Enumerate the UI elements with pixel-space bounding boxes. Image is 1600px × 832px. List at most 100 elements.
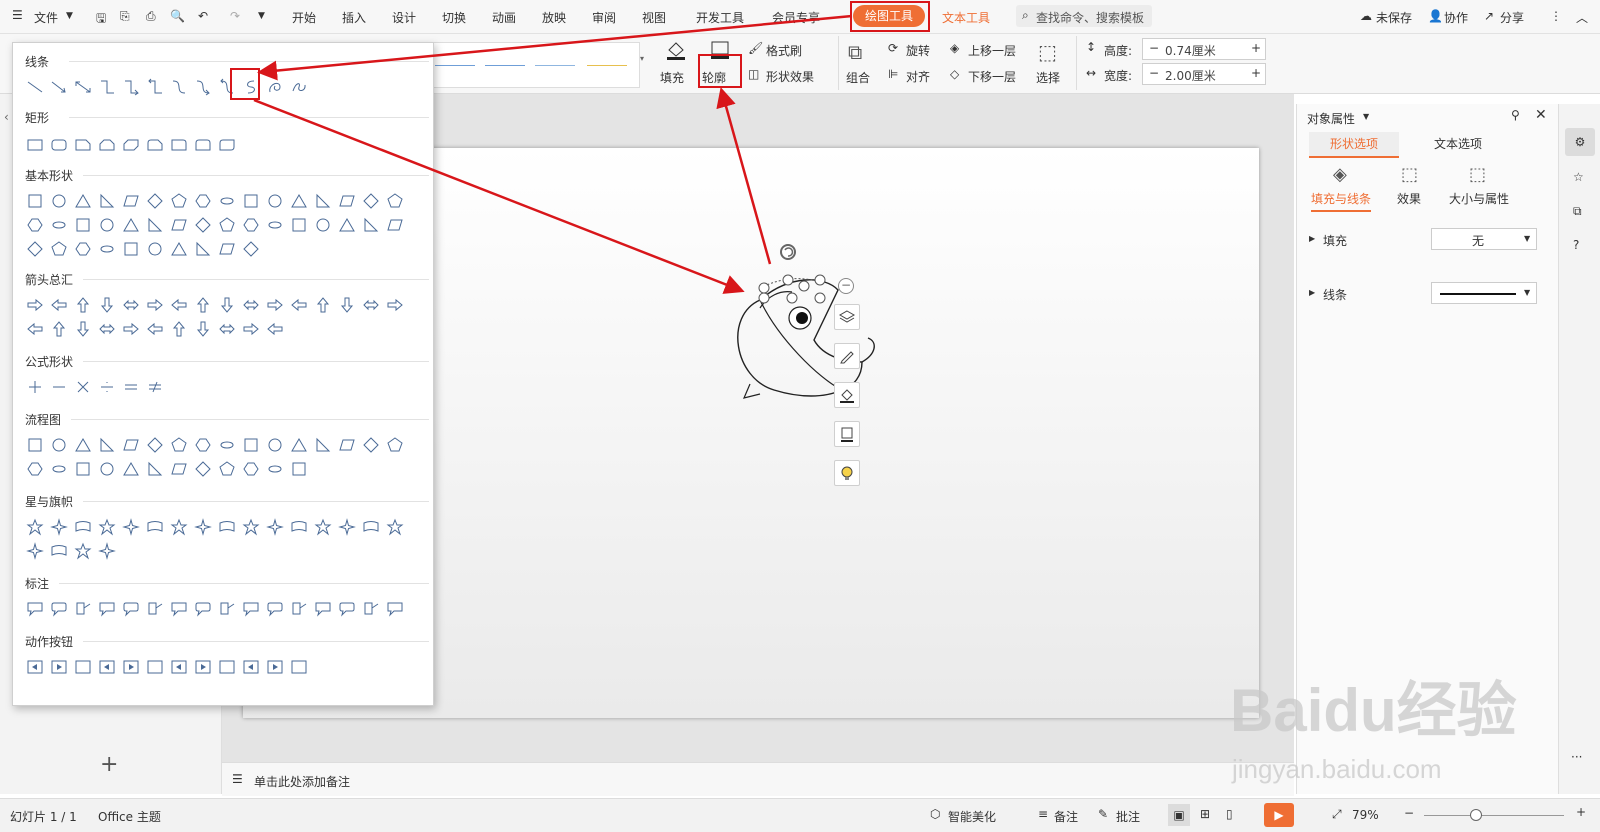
star-banner-shape-20[interactable] <box>95 539 119 563</box>
gallery-expand-icon[interactable]: ▾ <box>640 54 644 63</box>
group-icon[interactable]: ⧉ <box>848 40 862 64</box>
arrow-shape-8[interactable] <box>191 293 215 317</box>
arrow-shape-23[interactable] <box>167 317 191 341</box>
round-same-side-rectangle-shape[interactable] <box>191 133 215 157</box>
star-banner-shape-2[interactable] <box>47 515 71 539</box>
callout-shape-12[interactable] <box>287 597 311 621</box>
basic-shape-27[interactable] <box>263 213 287 237</box>
flowchart-shape-11[interactable] <box>263 433 287 457</box>
send-backward-icon[interactable]: ◇ <box>950 67 959 81</box>
equation-shape-5[interactable] <box>119 375 143 399</box>
flowchart-shape-23[interactable] <box>167 457 191 481</box>
action-button-shape-10[interactable] <box>239 655 263 679</box>
collab-icon[interactable]: 👤 <box>1428 9 1443 23</box>
equation-shape-2[interactable] <box>47 375 71 399</box>
basic-shape-38[interactable] <box>143 237 167 261</box>
callout-shape-8[interactable] <box>191 597 215 621</box>
round-diagonal-rectangle-shape[interactable] <box>215 133 239 157</box>
outline-shape-icon[interactable] <box>834 421 860 447</box>
double-arrow-line-shape[interactable] <box>71 75 95 99</box>
callout-shape-10[interactable] <box>239 597 263 621</box>
height-field[interactable]: − 0.74厘米 + <box>1142 38 1266 60</box>
scribble-shape[interactable] <box>287 75 311 99</box>
callout-shape-14[interactable] <box>335 597 359 621</box>
tab-text-tools[interactable]: 文本工具 <box>942 9 990 26</box>
flowchart-shape-6[interactable] <box>143 433 167 457</box>
collab-button[interactable]: 协作 <box>1444 9 1468 26</box>
pin-icon[interactable]: ⚲ <box>1511 108 1520 122</box>
arrow-shape-9[interactable] <box>215 293 239 317</box>
elbow-connector-shape[interactable] <box>95 75 119 99</box>
tab-text-options[interactable]: 文本选项 <box>1413 132 1503 158</box>
comments-toggle[interactable]: 批注 <box>1116 808 1140 825</box>
flowchart-shape-13[interactable] <box>311 433 335 457</box>
chevron-down-icon[interactable]: ▼ <box>66 11 73 21</box>
action-button-shape-11[interactable] <box>263 655 287 679</box>
flowchart-shape-28[interactable] <box>287 457 311 481</box>
normal-view-icon[interactable]: ▣ <box>1168 804 1190 826</box>
fill-section-label[interactable]: 填充 <box>1323 232 1347 249</box>
copy-icon[interactable]: ⧉ <box>1573 204 1582 219</box>
flowchart-shape-19[interactable] <box>71 457 95 481</box>
basic-shape-30[interactable] <box>335 213 359 237</box>
beautify-icon[interactable]: ⬡ <box>930 807 940 821</box>
basic-shape-18[interactable] <box>47 213 71 237</box>
flowchart-shape-25[interactable] <box>215 457 239 481</box>
align-button[interactable]: 对齐 <box>906 68 930 85</box>
star-banner-shape-12[interactable] <box>287 515 311 539</box>
arrow-shape-4[interactable] <box>95 293 119 317</box>
flowchart-shape-15[interactable] <box>359 433 383 457</box>
tab-transition[interactable]: 切换 <box>442 9 466 26</box>
size-icon[interactable]: ⬚ <box>1469 164 1486 185</box>
basic-shape-11[interactable] <box>263 189 287 213</box>
panel-collapse-icon[interactable]: ‹ <box>4 110 9 124</box>
cloud-icon[interactable]: ☁ <box>1360 9 1372 23</box>
arrow-shape-2[interactable] <box>47 293 71 317</box>
tab-animation[interactable]: 动画 <box>492 9 516 26</box>
bring-forward-button[interactable]: 上移一层 <box>968 42 1016 59</box>
callout-shape-4[interactable] <box>95 597 119 621</box>
snip-corner-rectangle-shape[interactable] <box>71 133 95 157</box>
rotate-button[interactable]: 旋转 <box>906 42 930 59</box>
arrow-shape-6[interactable] <box>143 293 167 317</box>
star-banner-shape-7[interactable] <box>167 515 191 539</box>
callout-shape-5[interactable] <box>119 597 143 621</box>
arrow-shape-25[interactable] <box>215 317 239 341</box>
format-painter-button[interactable]: 格式刷 <box>766 42 802 59</box>
flowchart-shape-2[interactable] <box>47 433 71 457</box>
basic-shape-39[interactable] <box>167 237 191 261</box>
rectangle-shape[interactable] <box>23 133 47 157</box>
action-button-shape-8[interactable] <box>191 655 215 679</box>
arrow-shape-27[interactable] <box>263 317 287 341</box>
basic-shape-2[interactable] <box>47 189 71 213</box>
flowchart-shape-9[interactable] <box>215 433 239 457</box>
arrow-shape-20[interactable] <box>95 317 119 341</box>
share-button[interactable]: 分享 <box>1500 9 1524 26</box>
star-banner-shape-16[interactable] <box>383 515 407 539</box>
star-banner-shape-19[interactable] <box>71 539 95 563</box>
action-button-shape-9[interactable] <box>215 655 239 679</box>
basic-shape-5[interactable] <box>119 189 143 213</box>
basic-shape-21[interactable] <box>119 213 143 237</box>
basic-shape-36[interactable] <box>95 237 119 261</box>
notes-toggle-icon[interactable]: ≡ <box>1038 807 1048 821</box>
fish-drawing[interactable] <box>720 238 920 428</box>
fill-bucket-icon[interactable] <box>834 382 860 408</box>
star-banner-shape-8[interactable] <box>191 515 215 539</box>
basic-shape-37[interactable] <box>119 237 143 261</box>
fit-icon[interactable]: ⤢ <box>1332 807 1342 822</box>
zoom-slider[interactable] <box>1424 815 1564 816</box>
line-section-label[interactable]: 线条 <box>1323 286 1347 303</box>
tab-shape-options[interactable]: 形状选项 <box>1309 132 1399 158</box>
callout-shape-9[interactable] <box>215 597 239 621</box>
flowchart-shape-8[interactable] <box>191 433 215 457</box>
add-slide-button[interactable]: + <box>100 752 118 777</box>
curved-arrow-shape[interactable] <box>191 75 215 99</box>
notes-toggle[interactable]: 备注 <box>1054 808 1078 825</box>
flowchart-shape-16[interactable] <box>383 433 407 457</box>
close-icon[interactable]: ✕ <box>1535 107 1547 123</box>
layers-icon[interactable] <box>834 304 860 330</box>
flowchart-shape-24[interactable] <box>191 457 215 481</box>
flowchart-shape-27[interactable] <box>263 457 287 481</box>
basic-shape-17[interactable] <box>23 213 47 237</box>
